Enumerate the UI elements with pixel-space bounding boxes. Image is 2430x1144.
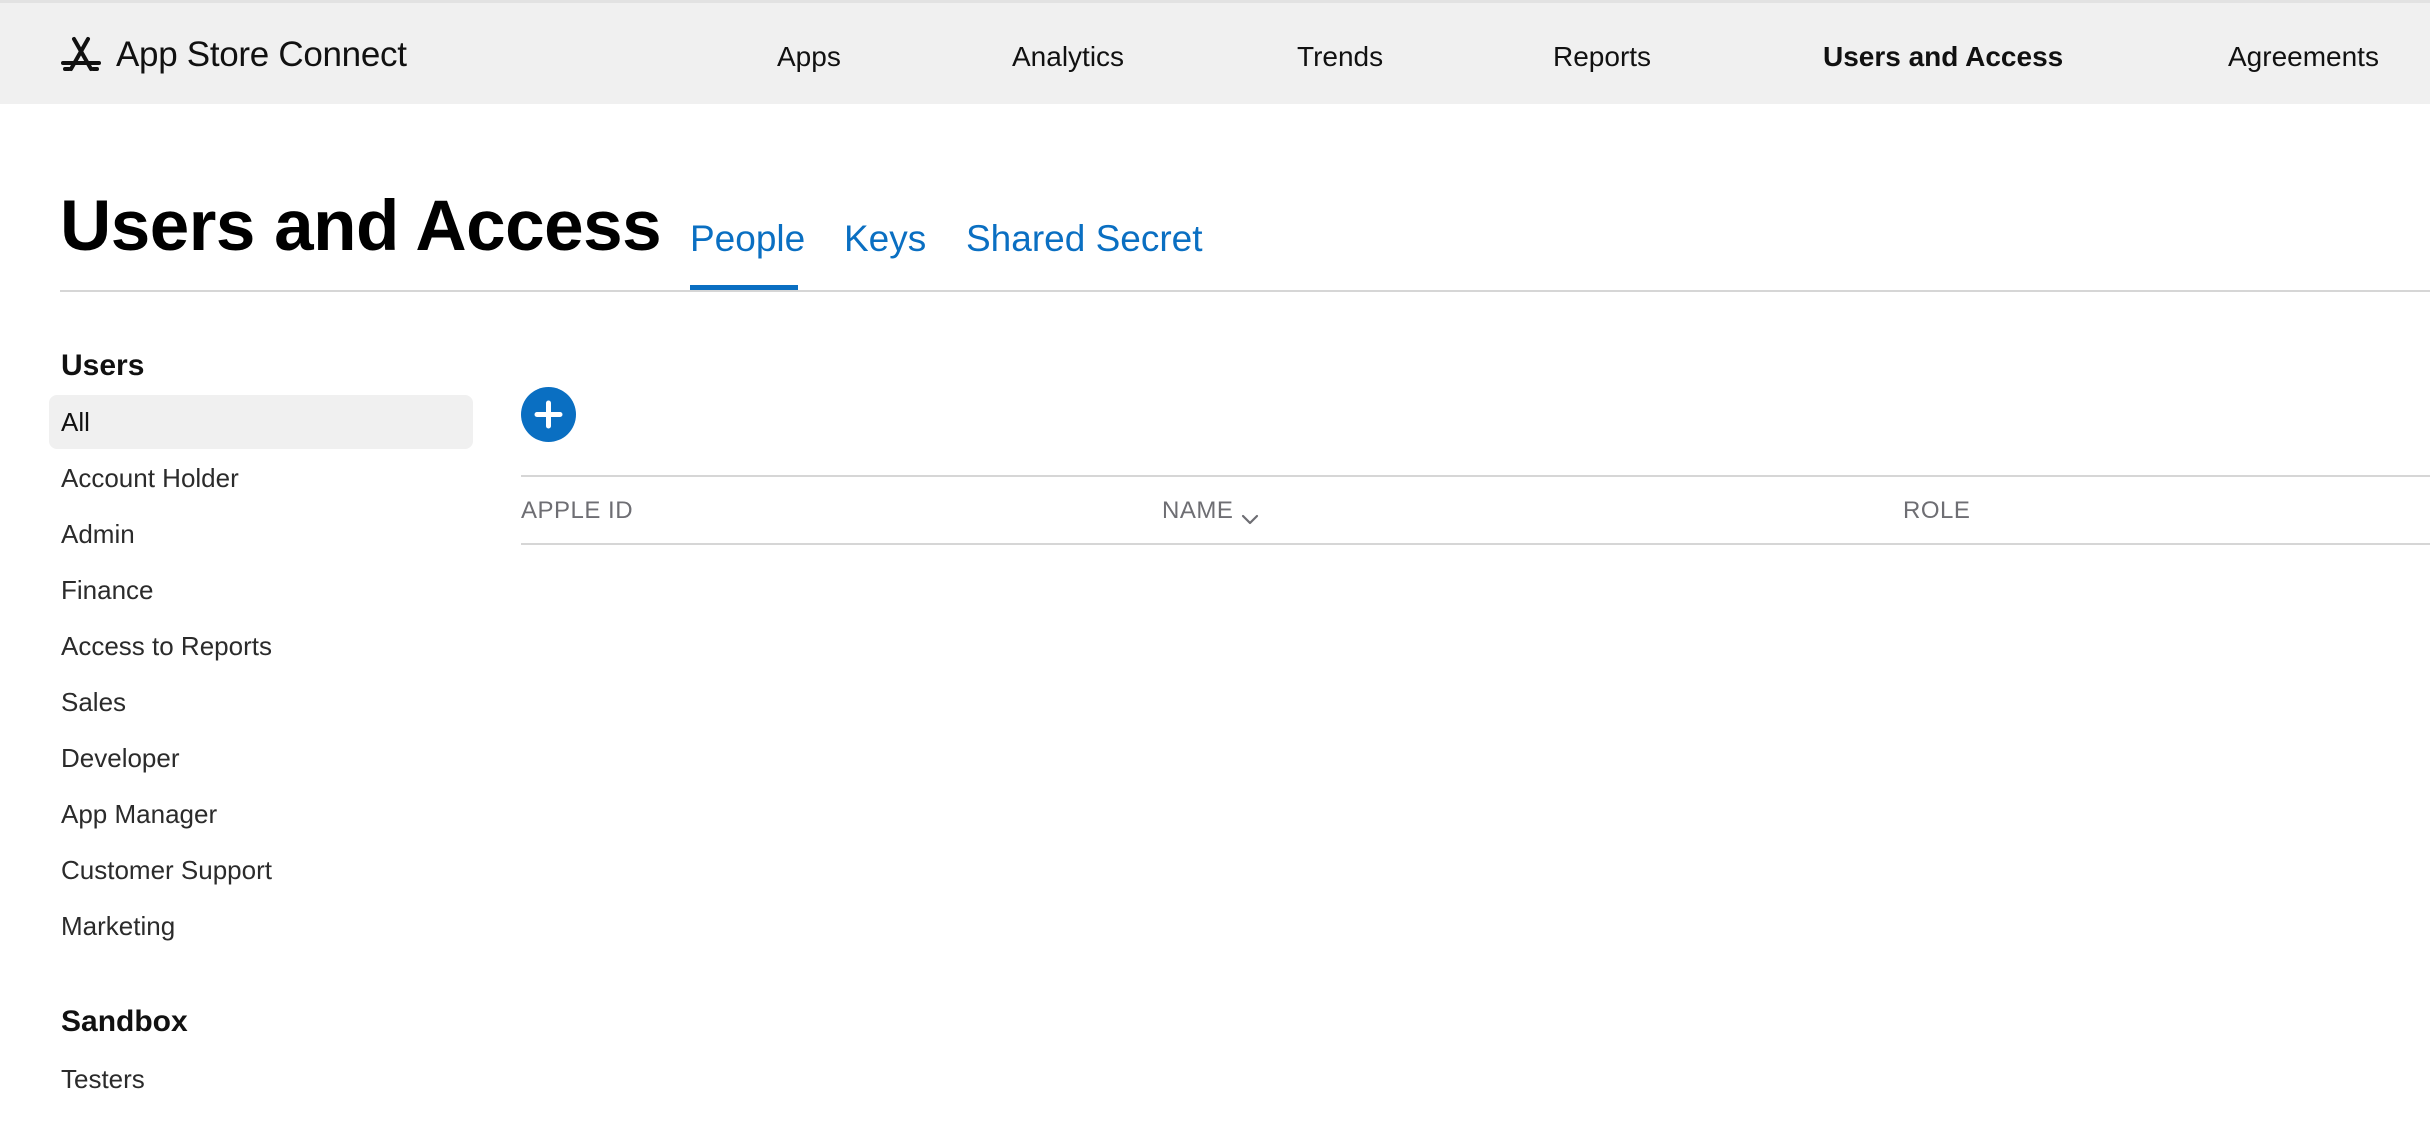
- topnav-reports[interactable]: Reports: [1553, 41, 1651, 73]
- header-divider: [60, 290, 2430, 292]
- column-header-name[interactable]: NAME: [1162, 497, 1259, 525]
- sidebar-item-marketing[interactable]: Marketing: [49, 899, 473, 953]
- column-header-role[interactable]: ROLE: [1903, 497, 1970, 525]
- brand-link[interactable]: App Store Connect: [60, 31, 407, 79]
- chevron-down-icon: [1241, 505, 1259, 525]
- top-nav-bar: App Store Connect Apps Analytics Trends …: [0, 0, 2430, 104]
- sidebar-item-sales[interactable]: Sales: [49, 675, 473, 729]
- table-top-divider: [521, 475, 2430, 477]
- topnav-users-and-access[interactable]: Users and Access: [1823, 41, 2063, 73]
- topnav-apps[interactable]: Apps: [777, 41, 841, 73]
- sidebar-item-testers[interactable]: Testers: [49, 1052, 473, 1106]
- sidebar-item-customer-support[interactable]: Customer Support: [49, 843, 473, 897]
- column-header-label: NAME: [1162, 497, 1234, 524]
- sidebar-item-label: Finance: [61, 574, 154, 605]
- sidebar-item-label: Developer: [61, 742, 180, 773]
- add-user-button[interactable]: [521, 387, 576, 442]
- sidebar-item-label: App Manager: [61, 798, 218, 829]
- sidebar-item-label: Admin: [61, 518, 135, 549]
- tab-keys[interactable]: Keys: [844, 218, 926, 260]
- plus-icon: [534, 400, 563, 429]
- sidebar-item-all[interactable]: All: [49, 395, 473, 449]
- tab-people[interactable]: People: [690, 218, 805, 260]
- sidebar-item-account-holder[interactable]: Account Holder: [49, 451, 473, 505]
- sidebar-heading-sandbox: Sandbox: [61, 1005, 188, 1038]
- sidebar-item-label: All: [61, 406, 90, 437]
- sidebar-item-admin[interactable]: Admin: [49, 507, 473, 561]
- sidebar-heading-users: Users: [61, 349, 145, 382]
- page-title: Users and Access: [60, 187, 662, 266]
- app-store-icon: [60, 34, 102, 76]
- sidebar-item-finance[interactable]: Finance: [49, 563, 473, 617]
- table-header-divider: [521, 543, 2430, 545]
- sidebar-item-label: Access to Reports: [61, 630, 272, 661]
- topnav-agreements[interactable]: Agreements: [2228, 41, 2379, 73]
- sidebar-item-label: Sales: [61, 686, 127, 717]
- sidebar-item-app-manager[interactable]: App Manager: [49, 787, 473, 841]
- sidebar-item-label: Customer Support: [61, 854, 272, 885]
- column-header-label: APPLE ID: [521, 497, 634, 524]
- tab-shared-secret[interactable]: Shared Secret: [966, 218, 1203, 260]
- sidebar-item-label: Testers: [61, 1063, 145, 1094]
- topnav-analytics[interactable]: Analytics: [1012, 41, 1124, 73]
- sidebar-item-access-to-reports[interactable]: Access to Reports: [49, 619, 473, 673]
- topnav-trends[interactable]: Trends: [1297, 41, 1383, 73]
- sidebar-item-developer[interactable]: Developer: [49, 731, 473, 785]
- column-header-label: ROLE: [1903, 497, 1971, 524]
- sidebar-item-label: Marketing: [61, 910, 176, 941]
- brand-label: App Store Connect: [116, 35, 407, 74]
- sidebar-item-label: Account Holder: [61, 462, 239, 493]
- column-header-apple-id[interactable]: APPLE ID: [521, 497, 633, 525]
